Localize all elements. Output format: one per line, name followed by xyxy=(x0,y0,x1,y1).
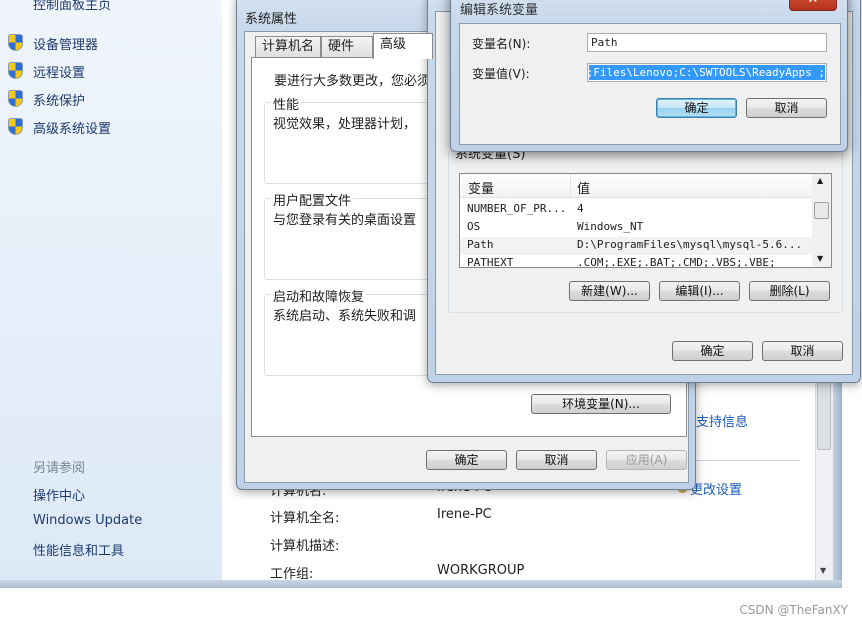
environment-variables-button[interactable]: 环境变量(N)... xyxy=(531,394,671,414)
delete-variable-button[interactable]: 删除(L) xyxy=(749,281,830,301)
full-name-value: Irene-PC xyxy=(437,507,492,522)
cancel-button[interactable]: 取消 xyxy=(516,450,597,470)
change-settings-link[interactable]: 更改设置 xyxy=(690,479,742,498)
table-row[interactable]: OS Windows_NT xyxy=(460,219,812,237)
list-scrollbar[interactable]: ▲ ▼ xyxy=(812,174,831,267)
ok-button[interactable]: 确定 xyxy=(426,450,507,470)
intro-text: 要进行大多数更改，您必须 xyxy=(274,74,431,89)
ok-button[interactable]: 确定 xyxy=(656,98,737,118)
uac-shield-icon xyxy=(8,118,23,135)
variable-value-input[interactable]: ; Files\Lenovo;C:\SWTOOLS\ReadyApps; xyxy=(587,63,827,82)
watermark: CSDN @TheFanXY xyxy=(739,603,848,617)
scroll-down-icon[interactable]: ▼ xyxy=(817,254,823,263)
scroll-thumb[interactable] xyxy=(817,380,831,450)
support-info-link[interactable]: 支持信息 xyxy=(696,411,748,430)
selected-text: ; Files\Lenovo;C:\SWTOOLS\ReadyApps; xyxy=(589,65,825,80)
variable-value-label: 变量值(V): xyxy=(472,67,530,81)
link-performance-tools[interactable]: 性能信息和工具 xyxy=(33,540,124,559)
column-header-variable[interactable]: 变量 xyxy=(468,178,494,197)
ok-button[interactable]: 确定 xyxy=(672,341,753,361)
group-desc: 与您登录有关的桌面设置 xyxy=(273,213,417,228)
scroll-thumb[interactable] xyxy=(814,202,829,219)
table-row[interactable]: PATHEXT .COM;.EXE;.BAT;.CMD;.VBS;.VBE; xyxy=(460,255,812,267)
cancel-button[interactable]: 取消 xyxy=(746,98,827,118)
group-desc: 视觉效果，处理器计划， xyxy=(273,117,417,132)
sidebar-item-advanced-settings[interactable]: 高级系统设置 xyxy=(33,118,111,137)
system-variables-group: 系统变量(S) 变量 值 NUMBER_OF_PR... 4 OS Windows_… xyxy=(448,143,843,313)
dialog-title: 编辑系统变量 xyxy=(460,3,539,18)
link-windows-update[interactable]: Windows Update xyxy=(33,513,142,528)
edit-system-variable-dialog: 编辑系统变量 ✕ 变量名(N): Path 变量值(V): ; Files\Le… xyxy=(450,0,848,152)
column-divider xyxy=(570,174,571,198)
dialog-title: 系统属性 xyxy=(245,12,298,27)
list-header: 变量 值 xyxy=(460,174,812,198)
uac-shield-icon xyxy=(8,62,23,79)
link-action-center[interactable]: 操作中心 xyxy=(33,485,85,504)
system-variables-list[interactable]: 变量 值 NUMBER_OF_PR... 4 OS Windows_NT Path D… xyxy=(459,173,832,268)
group-title: 用户配置文件 xyxy=(271,190,354,209)
apply-button[interactable]: 应用(A) xyxy=(606,450,687,470)
group-title: 启动和故障恢复 xyxy=(271,286,367,305)
scroll-up-icon[interactable]: ▲ xyxy=(817,176,823,185)
control-panel-sidebar: 控制面板主页 设备管理器 远程设置 系统保护 高级系统设置 另请参阅 操作中心 … xyxy=(0,0,222,583)
tab-advanced[interactable]: 高级 xyxy=(373,33,433,59)
dialog-body: 变量名(N): Path 变量值(V): ; Files\Lenovo;C:\S… xyxy=(459,23,841,145)
description-label: 计算机描述: xyxy=(270,539,340,554)
uac-shield-icon xyxy=(8,90,23,107)
scroll-down-icon[interactable]: ▼ xyxy=(820,566,826,575)
workgroup-value: WORKGROUP xyxy=(437,563,525,578)
group-title: 性能 xyxy=(271,94,302,113)
edit-variable-button[interactable]: 编辑(I)... xyxy=(659,281,740,301)
new-variable-button[interactable]: 新建(W)... xyxy=(569,281,650,301)
uac-shield-icon xyxy=(8,34,23,51)
full-name-label: 计算机全名: xyxy=(270,511,340,526)
variable-name-input[interactable]: Path xyxy=(587,33,827,52)
window-border xyxy=(0,580,842,588)
close-icon[interactable]: ✕ xyxy=(789,0,837,11)
tab-hardware[interactable]: 硬件 xyxy=(321,36,373,58)
control-panel-home-link[interactable]: 控制面板主页 xyxy=(33,0,111,13)
table-row-selected[interactable]: Path D:\ProgramFiles\mysql\mysql-5.6... xyxy=(460,237,812,255)
see-also-heading: 另请参阅 xyxy=(33,461,86,476)
variable-name-label: 变量名(N): xyxy=(472,37,531,51)
sidebar-item-system-protection[interactable]: 系统保护 xyxy=(33,90,85,109)
table-row[interactable]: NUMBER_OF_PR... 4 xyxy=(460,201,812,219)
group-desc: 系统启动、系统失败和调 xyxy=(273,309,417,324)
cancel-button[interactable]: 取消 xyxy=(762,341,843,361)
column-header-value[interactable]: 值 xyxy=(577,178,590,197)
sidebar-item-remote-settings[interactable]: 远程设置 xyxy=(33,62,85,81)
sidebar-item-device-manager[interactable]: 设备管理器 xyxy=(33,34,98,53)
tab-computer-name[interactable]: 计算机名 xyxy=(255,36,321,58)
